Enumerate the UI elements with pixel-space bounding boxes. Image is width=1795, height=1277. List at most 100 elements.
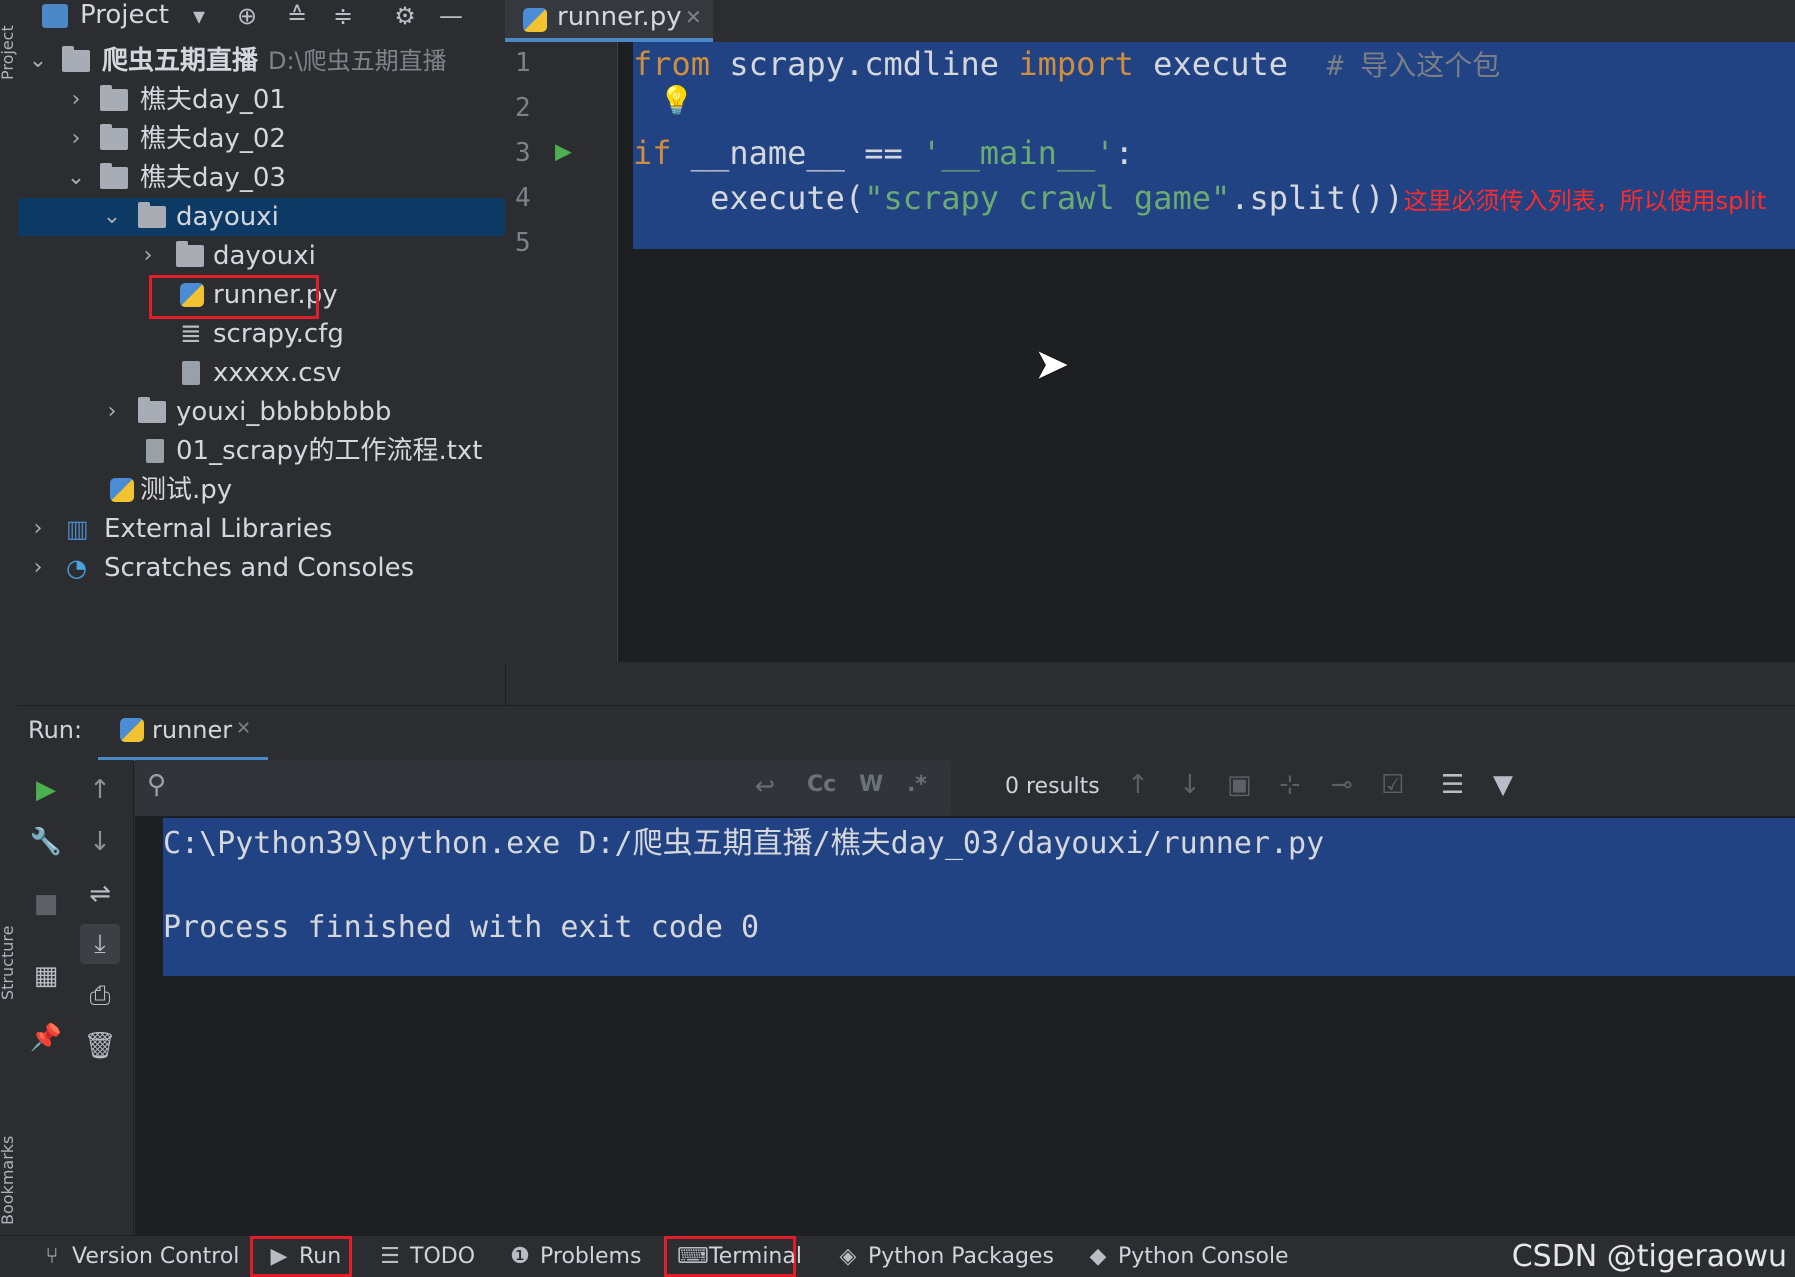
code-token: __name__ ==: [671, 134, 922, 172]
code-token: '__main__': [921, 134, 1115, 172]
line-number: 4: [515, 183, 531, 213]
rerun-icon[interactable]: ▶: [26, 770, 66, 810]
console-line-command: C:\Python39\python.exe D:/爬虫五期直播/樵夫day_0…: [163, 826, 1325, 861]
locate-icon[interactable]: ⊕: [232, 2, 262, 30]
soft-wrap-icon[interactable]: ⇌: [80, 874, 120, 914]
tree-item-label: dayouxi: [176, 202, 279, 232]
chevron-right-icon[interactable]: ›: [102, 393, 122, 431]
run-gutter-icon[interactable]: ▶: [555, 134, 572, 167]
chevron-right-icon[interactable]: ›: [66, 120, 86, 158]
run-button[interactable]: ▶ Run: [250, 1236, 352, 1277]
close-icon[interactable]: ✕: [685, 0, 702, 34]
problems-button[interactable]: ❶ Problems: [508, 1236, 641, 1277]
print-icon[interactable]: ⎙: [80, 976, 120, 1016]
folder-icon: [138, 397, 166, 423]
select-occurrences-icon[interactable]: ☑: [1381, 770, 1404, 800]
run-toolbar: ▶ ↑ 🔧 ↓ ⇌ ■ ⤓ ▦ ⎙ 📌 🗑: [18, 760, 134, 1235]
chevron-down-icon[interactable]: ⌄: [66, 159, 86, 197]
code-token: execute(: [633, 179, 865, 217]
version-control-label: Version Control: [72, 1244, 240, 1269]
stop-icon[interactable]: ■: [26, 884, 66, 924]
match-case-toggle[interactable]: Cc: [807, 772, 836, 797]
lightbulb-icon[interactable]: 💡: [659, 84, 694, 117]
search-results-count: 0 results: [1005, 774, 1100, 799]
tab-runner[interactable]: runner ✕: [98, 706, 268, 761]
newline-icon[interactable]: ↩: [755, 772, 775, 800]
pin-icon[interactable]: 📌: [26, 1018, 66, 1058]
version-control-button[interactable]: ⑂ Version Control: [40, 1236, 239, 1277]
tree-item-label: Scratches and Consoles: [104, 553, 415, 583]
regex-toggle[interactable]: .*: [907, 772, 927, 797]
tree-item-dayouxi-package[interactable]: › dayouxi: [18, 237, 505, 275]
project-tool-label[interactable]: Project: [0, 25, 17, 80]
filter-lines-icon[interactable]: ☰: [1441, 770, 1464, 800]
tree-item-dayouxi[interactable]: ⌄ dayouxi: [18, 198, 505, 236]
code-editor[interactable]: 1 2 3 4 5 ▶ from scrapy.cmdline import e…: [505, 42, 1795, 662]
tree-item-txt[interactable]: 01_scrapy的工作流程.txt: [18, 432, 505, 470]
add-occurrence-icon[interactable]: ⊹: [1279, 770, 1301, 800]
tree-item-label: scrapy.cfg: [213, 319, 344, 349]
run-panel-header: Run: runner ✕: [18, 705, 1795, 761]
project-panel-header: Project ▾ ⊕ ≙ ≑ ⚙ —: [18, 0, 505, 34]
tree-item-label: 樵夫day_01: [140, 85, 286, 115]
chevron-right-icon[interactable]: ›: [138, 237, 158, 275]
tree-item-day02[interactable]: › 樵夫day_02: [18, 120, 505, 158]
arrow-up-icon[interactable]: ↑: [1127, 770, 1149, 800]
arrow-up-icon[interactable]: ↑: [80, 770, 120, 810]
todo-button[interactable]: ☰ TODO: [378, 1236, 475, 1277]
close-icon[interactable]: ✕: [236, 718, 251, 739]
line-number: 5: [515, 228, 531, 258]
tree-item-day03[interactable]: ⌄ 樵夫day_03: [18, 159, 505, 197]
project-panel-title[interactable]: Project: [80, 0, 169, 30]
filter-icon[interactable]: ▼: [1493, 770, 1513, 800]
python-console-label: Python Console: [1118, 1244, 1289, 1269]
tree-item-csv[interactable]: xxxxx.csv: [18, 354, 505, 392]
expand-all-icon[interactable]: ≙: [282, 2, 312, 30]
tree-item-root[interactable]: ⌄ 爬虫五期直播 D:\爬虫五期直播: [18, 42, 505, 80]
mouse-cursor-icon: ➤: [1035, 332, 1072, 402]
tree-item-scratches[interactable]: › ◔ Scratches and Consoles: [18, 549, 505, 587]
folder-icon: [138, 202, 166, 228]
hide-icon[interactable]: —: [436, 2, 466, 30]
arrow-down-icon[interactable]: ↓: [1179, 770, 1201, 800]
python-packages-button[interactable]: ◈ Python Packages: [836, 1236, 1054, 1277]
chevron-right-icon[interactable]: ›: [28, 549, 48, 587]
branch-icon: ⑂: [45, 1244, 59, 1269]
tree-item-test-py[interactable]: 测试.py: [18, 471, 505, 509]
arrow-down-icon[interactable]: ↓: [80, 822, 120, 862]
trash-icon[interactable]: 🗑: [80, 1026, 120, 1066]
whole-words-toggle[interactable]: W: [859, 772, 883, 797]
line-number: 2: [515, 93, 531, 123]
code-comment: # 导入这个包: [1326, 49, 1501, 82]
search-input[interactable]: ⚲ ↩ Cc W .*: [135, 760, 951, 816]
tree-item-label: 爬虫五期直播: [102, 46, 259, 76]
tree-item-external-libraries[interactable]: › ▥ External Libraries: [18, 510, 505, 548]
tab-runner-py[interactable]: runner.py ✕: [505, 0, 713, 42]
remove-occurrence-icon[interactable]: ⊸: [1331, 770, 1353, 800]
code-token: scrapy.cmdline: [710, 45, 1019, 83]
chevron-down-icon[interactable]: ▾: [184, 2, 214, 30]
bookmarks-tool-label[interactable]: Bookmarks: [0, 1136, 17, 1225]
scroll-to-end-icon[interactable]: ⤓: [80, 924, 120, 964]
chevron-down-icon[interactable]: ⌄: [28, 42, 48, 80]
chevron-right-icon[interactable]: ›: [66, 81, 86, 119]
tab-label: runner.py: [557, 2, 682, 32]
wrench-icon[interactable]: 🔧: [26, 822, 66, 862]
chevron-right-icon[interactable]: ›: [28, 510, 48, 548]
tree-item-scrapy-cfg[interactable]: ≣ scrapy.cfg: [18, 315, 505, 353]
tree-item-day01[interactable]: › 樵夫day_01: [18, 81, 505, 119]
run-console[interactable]: C:\Python39\python.exe D:/爬虫五期直播/樵夫day_0…: [135, 816, 1795, 1235]
tree-item-youxi[interactable]: › youxi_bbbbbbbb: [18, 393, 505, 431]
code-line-3: if __name__ == '__main__':: [633, 134, 1134, 172]
structure-tool-label[interactable]: Structure: [0, 926, 17, 1000]
highlight-box-runner: [149, 275, 319, 319]
collapse-all-icon[interactable]: ≑: [328, 2, 358, 30]
select-all-icon[interactable]: ▣: [1227, 770, 1252, 800]
gear-icon[interactable]: ⚙: [390, 2, 420, 30]
chevron-down-icon[interactable]: ⌄: [102, 198, 122, 236]
terminal-button[interactable]: ⌨Terminal: [664, 1236, 802, 1277]
layout-icon[interactable]: ▦: [26, 956, 66, 996]
tree-item-label: youxi_bbbbbbbb: [176, 397, 392, 427]
python-console-button[interactable]: ◆ Python Console: [1086, 1236, 1289, 1277]
code-line-1: from scrapy.cmdline import execute # 导入这…: [633, 44, 1500, 84]
